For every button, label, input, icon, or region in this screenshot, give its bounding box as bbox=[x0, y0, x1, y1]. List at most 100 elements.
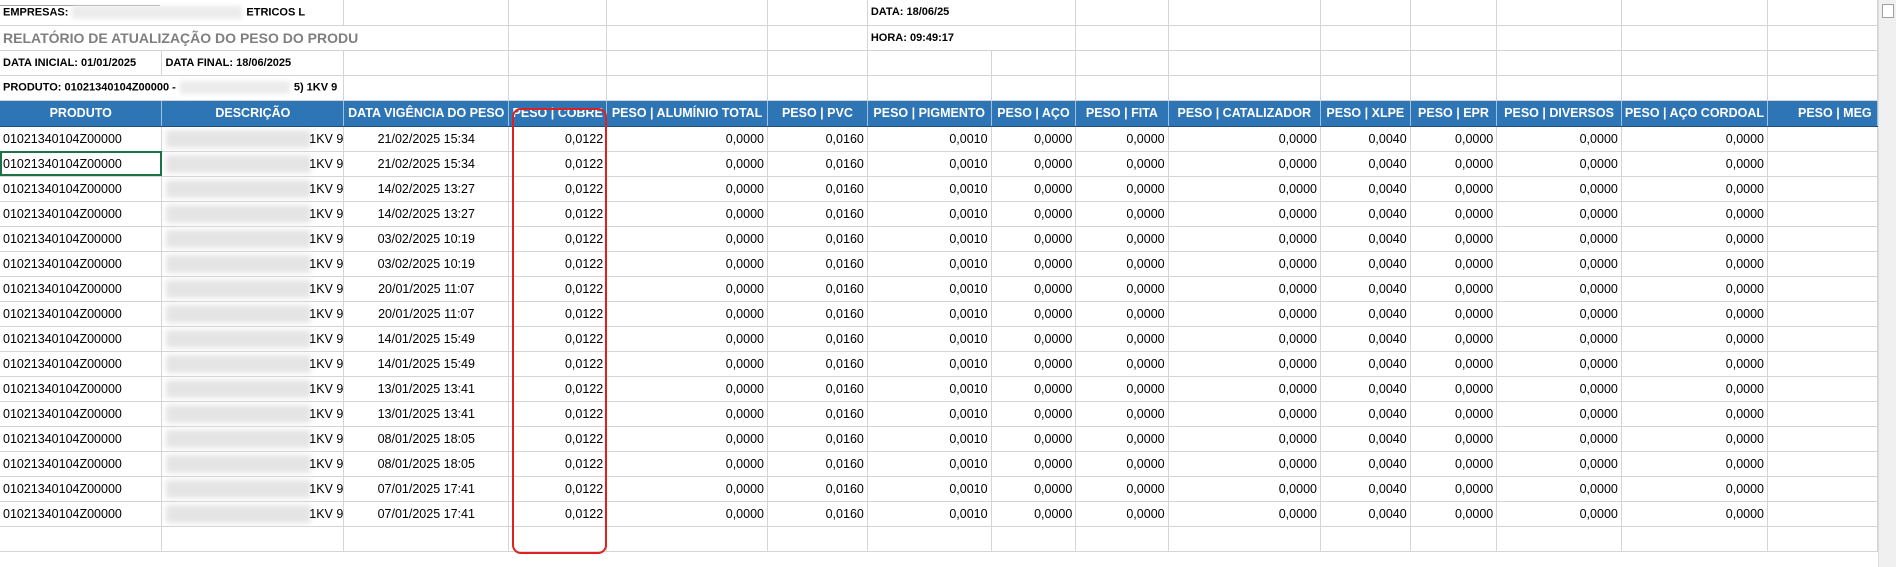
cell-aluminio[interactable]: 0,0000 bbox=[606, 501, 768, 527]
cell-pigmento[interactable]: 0,0010 bbox=[867, 276, 992, 302]
cell-data-vigencia[interactable]: 08/01/2025 18:05 bbox=[343, 451, 510, 477]
cell-meg[interactable] bbox=[1767, 251, 1878, 277]
cell-aco[interactable]: 0,0000 bbox=[991, 351, 1077, 377]
header-aluminio[interactable]: PESO | ALUMÍNIO TOTAL bbox=[606, 100, 768, 127]
empty-cell[interactable] bbox=[1168, 526, 1321, 552]
cell-xlpe[interactable]: 0,0040 bbox=[1320, 351, 1411, 377]
data-inicial-cell[interactable]: DATA INICIAL: 01/01/2025 bbox=[0, 50, 163, 76]
cell-aco[interactable]: 0,0000 bbox=[991, 451, 1077, 477]
cell-aluminio[interactable]: 0,0000 bbox=[606, 151, 768, 177]
cell-descricao[interactable]: 1KV 9 bbox=[161, 151, 345, 177]
cell-epr[interactable]: 0,0000 bbox=[1410, 151, 1498, 177]
cell-descricao[interactable]: 1KV 9 bbox=[161, 201, 345, 227]
produto-cell[interactable]: PRODUTO: 01021340104Z00000 - 5) 1KV 9 bbox=[0, 75, 345, 101]
cell-catalizador[interactable]: 0,0000 bbox=[1168, 376, 1321, 402]
cell-fita[interactable]: 0,0000 bbox=[1075, 426, 1169, 452]
empresas-cell[interactable]: EMPRESAS: ETRICOS L bbox=[0, 0, 345, 26]
data-final-cell[interactable]: DATA FINAL: 18/06/2025 bbox=[161, 50, 345, 76]
cell-aluminio[interactable]: 0,0000 bbox=[606, 401, 768, 427]
cell-xlpe[interactable]: 0,0040 bbox=[1320, 226, 1411, 252]
vertical-scrollbar[interactable] bbox=[1878, 0, 1896, 567]
cell-epr[interactable]: 0,0000 bbox=[1410, 226, 1498, 252]
cell-aluminio[interactable]: 0,0000 bbox=[606, 251, 768, 277]
cell-catalizador[interactable]: 0,0000 bbox=[1168, 151, 1321, 177]
cell-diversos[interactable]: 0,0000 bbox=[1496, 401, 1622, 427]
cell-fita[interactable]: 0,0000 bbox=[1075, 201, 1169, 227]
hora-cell[interactable]: HORA: 09:49:17 bbox=[867, 25, 1077, 51]
cell-xlpe[interactable]: 0,0040 bbox=[1320, 451, 1411, 477]
cell-aco-cordoal[interactable]: 0,0000 bbox=[1621, 251, 1769, 277]
cell-catalizador[interactable]: 0,0000 bbox=[1168, 126, 1321, 152]
cell-descricao[interactable]: 1KV 9 bbox=[161, 401, 345, 427]
cell-aluminio[interactable]: 0,0000 bbox=[606, 326, 768, 352]
cell-cobre[interactable]: 0,0122 bbox=[508, 151, 608, 177]
cell-diversos[interactable]: 0,0000 bbox=[1496, 276, 1622, 302]
cell-descricao[interactable]: 1KV 9 bbox=[161, 301, 345, 327]
cell-meg[interactable] bbox=[1767, 176, 1878, 202]
cell-fita[interactable]: 0,0000 bbox=[1075, 451, 1169, 477]
cell-meg[interactable] bbox=[1767, 501, 1878, 527]
data-cell[interactable]: DATA: 18/06/25 bbox=[867, 0, 1077, 26]
cell-aco[interactable]: 0,0000 bbox=[991, 201, 1077, 227]
cell-pvc[interactable]: 0,0160 bbox=[767, 226, 868, 252]
cell-produto[interactable]: 01021340104Z00000 bbox=[0, 201, 163, 227]
cell-diversos[interactable]: 0,0000 bbox=[1496, 326, 1622, 352]
cell-diversos[interactable]: 0,0000 bbox=[1496, 226, 1622, 252]
empty-cell[interactable] bbox=[1621, 526, 1769, 552]
cell-data-vigencia[interactable]: 07/01/2025 17:41 bbox=[343, 501, 510, 527]
cell-fita[interactable]: 0,0000 bbox=[1075, 301, 1169, 327]
cell-produto[interactable]: 01021340104Z00000 bbox=[0, 476, 163, 502]
cell-catalizador[interactable]: 0,0000 bbox=[1168, 301, 1321, 327]
cell-data-vigencia[interactable]: 14/01/2025 15:49 bbox=[343, 351, 510, 377]
cell-pvc[interactable]: 0,0160 bbox=[767, 376, 868, 402]
cell-fita[interactable]: 0,0000 bbox=[1075, 376, 1169, 402]
cell-diversos[interactable]: 0,0000 bbox=[1496, 251, 1622, 277]
cell-pigmento[interactable]: 0,0010 bbox=[867, 176, 992, 202]
cell-pvc[interactable]: 0,0160 bbox=[767, 326, 868, 352]
cell-epr[interactable]: 0,0000 bbox=[1410, 401, 1498, 427]
cell-produto[interactable]: 01021340104Z00000 bbox=[0, 376, 163, 402]
cell-catalizador[interactable]: 0,0000 bbox=[1168, 476, 1321, 502]
cell-produto[interactable]: 01021340104Z00000 bbox=[0, 426, 163, 452]
empty-cell[interactable] bbox=[508, 526, 608, 552]
empty-cell[interactable] bbox=[343, 526, 510, 552]
cell-pvc[interactable]: 0,0160 bbox=[767, 301, 868, 327]
cell-descricao[interactable]: 1KV 9 bbox=[161, 376, 345, 402]
cell-epr[interactable]: 0,0000 bbox=[1410, 451, 1498, 477]
cell-aco-cordoal[interactable]: 0,0000 bbox=[1621, 351, 1769, 377]
cell-xlpe[interactable]: 0,0040 bbox=[1320, 276, 1411, 302]
cell-epr[interactable]: 0,0000 bbox=[1410, 126, 1498, 152]
cell-aluminio[interactable]: 0,0000 bbox=[606, 451, 768, 477]
cell-data-vigencia[interactable]: 03/02/2025 10:19 bbox=[343, 251, 510, 277]
cell-aco[interactable]: 0,0000 bbox=[991, 276, 1077, 302]
header-pigmento[interactable]: PESO | PIGMENTO bbox=[867, 100, 992, 127]
cell-meg[interactable] bbox=[1767, 451, 1878, 477]
empty-cell[interactable] bbox=[161, 526, 345, 552]
cell-data-vigencia[interactable]: 21/02/2025 15:34 bbox=[343, 151, 510, 177]
cell-epr[interactable]: 0,0000 bbox=[1410, 501, 1498, 527]
cell-pvc[interactable]: 0,0160 bbox=[767, 401, 868, 427]
cell-fita[interactable]: 0,0000 bbox=[1075, 276, 1169, 302]
cell-meg[interactable] bbox=[1767, 376, 1878, 402]
cell-diversos[interactable]: 0,0000 bbox=[1496, 451, 1622, 477]
cell-aco[interactable]: 0,0000 bbox=[991, 176, 1077, 202]
cell-xlpe[interactable]: 0,0040 bbox=[1320, 201, 1411, 227]
cell-fita[interactable]: 0,0000 bbox=[1075, 251, 1169, 277]
empty-cell[interactable] bbox=[1496, 526, 1622, 552]
cell-aco[interactable]: 0,0000 bbox=[991, 126, 1077, 152]
cell-aluminio[interactable]: 0,0000 bbox=[606, 276, 768, 302]
cell-pigmento[interactable]: 0,0010 bbox=[867, 376, 992, 402]
cell-pvc[interactable]: 0,0160 bbox=[767, 351, 868, 377]
cell-catalizador[interactable]: 0,0000 bbox=[1168, 426, 1321, 452]
cell-descricao[interactable]: 1KV 9 bbox=[161, 501, 345, 527]
cell-meg[interactable] bbox=[1767, 226, 1878, 252]
cell-catalizador[interactable]: 0,0000 bbox=[1168, 326, 1321, 352]
cell-aco[interactable]: 0,0000 bbox=[991, 501, 1077, 527]
cell-cobre[interactable]: 0,0122 bbox=[508, 201, 608, 227]
cell-pigmento[interactable]: 0,0010 bbox=[867, 476, 992, 502]
header-aco-cordoal[interactable]: PESO | AÇO CORDOAL bbox=[1621, 100, 1769, 127]
cell-produto[interactable]: 01021340104Z00000 bbox=[0, 151, 163, 177]
cell-produto[interactable]: 01021340104Z00000 bbox=[0, 126, 163, 152]
cell-cobre[interactable]: 0,0122 bbox=[508, 476, 608, 502]
header-epr[interactable]: PESO | EPR bbox=[1410, 100, 1498, 127]
